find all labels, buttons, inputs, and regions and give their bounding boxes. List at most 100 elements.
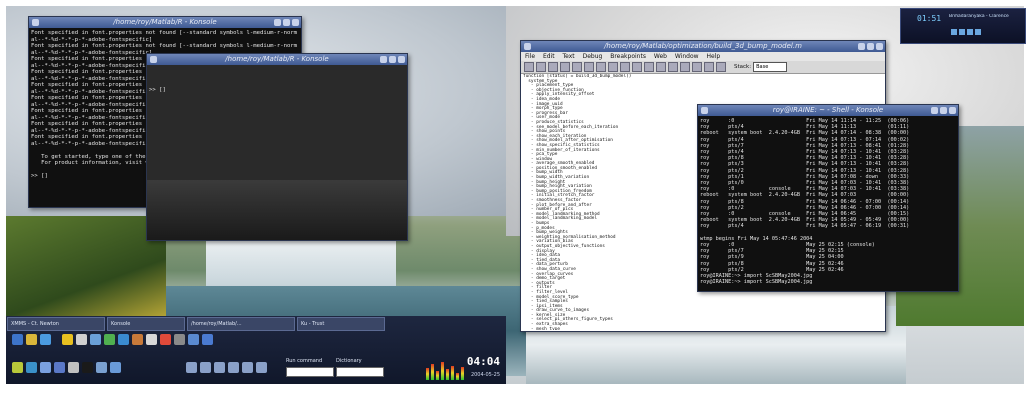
konsole-window-3[interactable]: roy@IRAINE: ~ - Shell - Konsole roy :0 F… <box>697 104 959 292</box>
volume-meter-bar <box>446 369 449 380</box>
window-menu-icon[interactable] <box>701 107 708 114</box>
menu-breakpoints[interactable]: Breakpoints <box>610 53 646 60</box>
kde-panel: XMMS - Ct. Newton Konsole /home/roy/Matl… <box>6 316 506 384</box>
editor-icon[interactable] <box>146 334 157 345</box>
window-title: /home/roy/Matlab/optimization/build_3d_b… <box>604 42 802 50</box>
step-out-icon[interactable] <box>692 62 702 72</box>
tux-icon[interactable] <box>82 362 93 373</box>
window-titlebar[interactable]: /home/roy/Matlab/R - Konsole <box>147 54 407 65</box>
stop-icon[interactable] <box>967 29 973 35</box>
apps-icon[interactable] <box>110 362 121 373</box>
print-icon[interactable] <box>620 62 630 72</box>
close-icon[interactable] <box>949 107 956 114</box>
terminal-line: roy@IRAINE:~> import ScSBMay2004.jpg <box>700 279 813 286</box>
task-konsole[interactable]: Konsole <box>107 317 185 331</box>
dictionary-icon[interactable] <box>160 334 171 345</box>
task-ku[interactable]: Ku - Trust <box>297 317 385 331</box>
editor-toolbar: Stack: Base <box>521 61 885 74</box>
run-command-input[interactable] <box>286 367 334 377</box>
play-icon[interactable] <box>951 29 957 35</box>
terminal-output[interactable]: roy :0 Fri May 14 11:14 - 11:25 (00:06) r… <box>698 116 958 291</box>
arrow-icon[interactable] <box>68 362 79 373</box>
calc-icon[interactable] <box>188 334 199 345</box>
maximize-icon[interactable] <box>867 43 874 50</box>
terminal-icon[interactable] <box>174 334 185 345</box>
maximize-icon[interactable] <box>283 19 290 26</box>
desktop-2-icon[interactable] <box>200 362 211 373</box>
window-menu-icon[interactable] <box>150 56 157 63</box>
desktop-4-icon[interactable] <box>228 362 239 373</box>
close-icon[interactable] <box>292 19 299 26</box>
close-icon[interactable] <box>876 43 883 50</box>
task-matlab[interactable]: /home/roy/Matlab/... <box>187 317 295 331</box>
dictionary-input[interactable] <box>336 367 384 377</box>
task-xmms[interactable]: XMMS - Ct. Newton <box>7 317 105 331</box>
browser-icon[interactable] <box>40 334 51 345</box>
star-icon[interactable] <box>62 334 73 345</box>
pager-icon[interactable] <box>12 362 23 373</box>
tools-icon[interactable] <box>54 362 65 373</box>
close-icon[interactable] <box>398 56 405 63</box>
wallpaper-grass <box>6 216 166 326</box>
cut-icon[interactable] <box>560 62 570 72</box>
pen-icon[interactable] <box>40 362 51 373</box>
next-icon[interactable] <box>975 29 981 35</box>
window-menu-icon[interactable] <box>32 19 39 26</box>
window-title: /home/roy/Matlab/R - Konsole <box>113 18 217 26</box>
mail-icon[interactable] <box>76 334 87 345</box>
new-file-icon[interactable] <box>524 62 534 72</box>
desktop-1-icon[interactable] <box>186 362 197 373</box>
konsole-window-2[interactable]: /home/roy/Matlab/R - Konsole >> [] <box>146 53 408 241</box>
exit-debug-icon[interactable] <box>716 62 726 72</box>
maximize-icon[interactable] <box>389 56 396 63</box>
menu-help[interactable]: Help <box>707 53 721 60</box>
open-file-icon[interactable] <box>536 62 546 72</box>
window-titlebar[interactable]: /home/roy/Matlab/optimization/build_3d_b… <box>521 41 885 52</box>
kde-menu-icon[interactable] <box>12 334 23 345</box>
menu-web[interactable]: Web <box>654 53 667 60</box>
cube-icon[interactable] <box>202 334 213 345</box>
window-titlebar[interactable]: /home/roy/Matlab/R - Konsole <box>29 17 301 28</box>
copy-icon[interactable] <box>572 62 582 72</box>
paste-icon[interactable] <box>584 62 594 72</box>
step-icon[interactable] <box>668 62 678 72</box>
minimize-icon[interactable] <box>858 43 865 50</box>
kmail-icon[interactable] <box>90 334 101 345</box>
save-icon[interactable] <box>548 62 558 72</box>
home-icon[interactable] <box>26 334 37 345</box>
step-in-icon[interactable] <box>680 62 690 72</box>
stack-select[interactable]: Base <box>753 62 788 72</box>
undo-icon[interactable] <box>596 62 606 72</box>
plane-icon[interactable] <box>96 362 107 373</box>
taskbar: XMMS - Ct. Newton Konsole /home/roy/Matl… <box>6 316 508 332</box>
pause-icon[interactable] <box>959 29 965 35</box>
window-menu-icon[interactable] <box>524 43 531 50</box>
desktop-5-icon[interactable] <box>242 362 253 373</box>
world-icon[interactable] <box>26 362 37 373</box>
media-player[interactable]: 01:51 Brihadaranyaka - Clarence... <box>900 8 1026 44</box>
settings-icon[interactable] <box>118 334 129 345</box>
desktop-6-icon[interactable] <box>256 362 267 373</box>
menu-edit[interactable]: Edit <box>543 53 555 60</box>
minimize-icon[interactable] <box>931 107 938 114</box>
clear-breakpoint-icon[interactable] <box>656 62 666 72</box>
network-icon[interactable] <box>104 334 115 345</box>
set-breakpoint-icon[interactable] <box>644 62 654 72</box>
menu-debug[interactable]: Debug <box>583 53 603 60</box>
find-icon[interactable] <box>632 62 642 72</box>
window-titlebar[interactable]: roy@IRAINE: ~ - Shell - Konsole <box>698 105 958 116</box>
gimp-icon[interactable] <box>132 334 143 345</box>
menu-window[interactable]: Window <box>675 53 699 60</box>
continue-icon[interactable] <box>704 62 714 72</box>
minimize-icon[interactable] <box>380 56 387 63</box>
menu-file[interactable]: File <box>525 53 535 60</box>
desktop-3-icon[interactable] <box>214 362 225 373</box>
terminal-output[interactable]: >> [] <box>147 65 407 240</box>
redo-icon[interactable] <box>608 62 618 72</box>
volume-meter-bar <box>441 362 444 380</box>
maximize-icon[interactable] <box>940 107 947 114</box>
minimize-icon[interactable] <box>274 19 281 26</box>
panel-clock[interactable]: 04:04 <box>467 355 500 368</box>
panel-date: 2004-05-25 <box>470 372 500 378</box>
menu-text[interactable]: Text <box>563 53 575 60</box>
